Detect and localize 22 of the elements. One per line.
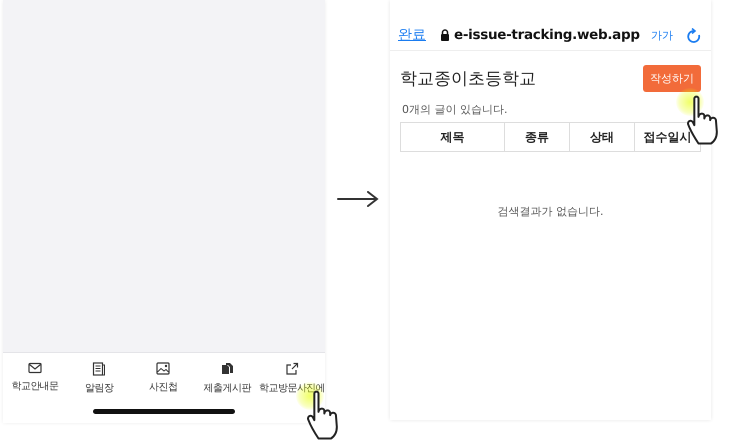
newspaper-icon xyxy=(92,362,106,376)
tab-bar-item[interactable]: 알림장 xyxy=(67,362,132,395)
url-text[interactable]: e-issue-tracking.web.app xyxy=(454,27,640,43)
text-size-button[interactable]: 가가 xyxy=(651,28,673,42)
tab-bar-item[interactable]: 학교안내문 xyxy=(3,362,68,395)
lock-icon xyxy=(440,29,450,41)
documents-icon xyxy=(220,362,234,376)
mail-icon xyxy=(28,362,42,374)
post-count: 0개의 글이 있습니다. xyxy=(402,102,508,117)
arrow-icon xyxy=(337,191,379,207)
column-header: 제목 xyxy=(400,122,505,152)
reload-icon[interactable] xyxy=(687,28,701,42)
column-header: 종류 xyxy=(504,122,570,152)
column-header: 상태 xyxy=(570,122,635,152)
external-link-icon xyxy=(285,362,300,376)
tab-bar-item[interactable]: 제출게시판 xyxy=(195,362,260,395)
tab-bar-item[interactable]: 학교방문사진에 xyxy=(259,362,325,395)
tab-bar-item[interactable]: 사진첩 xyxy=(131,362,196,395)
school-title: 학교종이초등학교 xyxy=(400,68,536,90)
empty-message: 검색결과가 없습니다. xyxy=(496,204,604,219)
image-icon xyxy=(156,362,170,375)
done-link[interactable]: 완료 xyxy=(398,26,426,44)
